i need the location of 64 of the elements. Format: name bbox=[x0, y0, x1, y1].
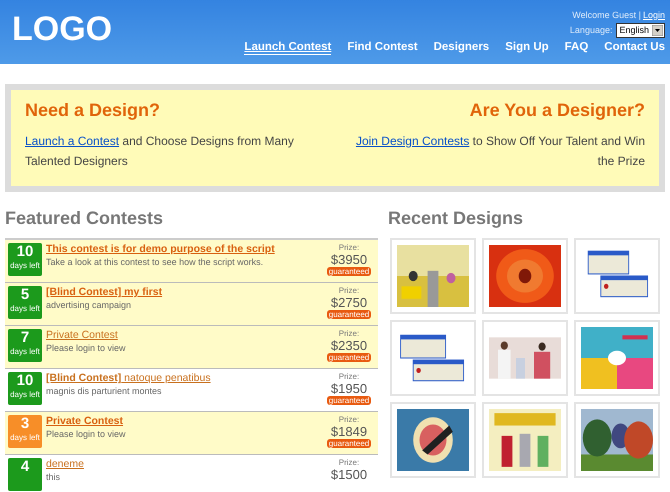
contest-description: this bbox=[46, 472, 62, 482]
contest-title-link[interactable]: Private Contest bbox=[46, 329, 323, 341]
contest-description: advertising campaign bbox=[46, 300, 132, 310]
banner-text: Launch a Contest and Choose Designs from Many Talented Designers bbox=[25, 133, 295, 170]
days-left-badge: 5 days left bbox=[8, 286, 42, 319]
prize-amount: $1849 bbox=[330, 424, 368, 439]
guaranteed-badge: guaranteed bbox=[326, 310, 372, 319]
thumbnail-frame[interactable] bbox=[574, 238, 660, 314]
prize-amount: $2750 bbox=[330, 295, 368, 310]
prize-amount: $1500 bbox=[330, 467, 368, 482]
language-select[interactable]: English bbox=[616, 22, 665, 38]
days-left-badge: 4 bbox=[8, 458, 42, 491]
days-left-badge: 3 days left bbox=[8, 415, 42, 448]
nav-link[interactable]: FAQ bbox=[564, 40, 588, 54]
prize-label: Prize: bbox=[338, 243, 360, 252]
prize-label: Prize: bbox=[338, 415, 360, 424]
banner-title: Need a Design? bbox=[25, 100, 162, 121]
nav-link[interactable]: Sign Up bbox=[505, 40, 549, 54]
contest-description: magnis dis parturient montes bbox=[46, 386, 163, 396]
thumbnail-frame[interactable] bbox=[482, 402, 568, 478]
contest-description: Please login to view bbox=[46, 343, 127, 353]
nav-link[interactable]: Find Contest bbox=[347, 40, 418, 54]
thumbnail-frame[interactable] bbox=[390, 402, 476, 478]
contest-title-link[interactable]: This contest is for demo purpose of the script bbox=[46, 243, 323, 255]
nav-link[interactable]: Designers bbox=[434, 40, 490, 54]
thumbnail-frame[interactable] bbox=[482, 238, 568, 314]
guaranteed-badge: guaranteed bbox=[326, 353, 372, 362]
thumbnail-frame[interactable] bbox=[390, 238, 476, 314]
prize-amount: $3950 bbox=[330, 252, 368, 267]
contest-title-link[interactable]: [Blind Contest] natoque penatibus bbox=[46, 372, 323, 384]
thumbnail-frame[interactable] bbox=[482, 320, 568, 396]
nav-link[interactable]: Contact Us bbox=[604, 40, 665, 54]
prize-amount: $2350 bbox=[330, 338, 368, 353]
days-left-badge: 10 days left bbox=[8, 372, 42, 405]
guaranteed-badge: guaranteed bbox=[326, 396, 372, 405]
nav-link[interactable]: Launch Contest bbox=[244, 40, 332, 54]
thumbnail-frame[interactable] bbox=[574, 320, 660, 396]
dropdown-arrow-icon bbox=[652, 24, 663, 36]
language-label: Language: bbox=[570, 25, 612, 35]
banner-link[interactable]: Join Design Contests bbox=[356, 134, 470, 148]
days-left-badge: 7 days left bbox=[8, 329, 42, 362]
contest-description: Take a look at this contest to see how the script works. bbox=[46, 257, 264, 267]
thumbnail-frame[interactable] bbox=[390, 320, 476, 396]
guaranteed-badge: guaranteed bbox=[326, 439, 372, 448]
banner-link[interactable]: Launch a Contest bbox=[25, 134, 120, 148]
login-link[interactable]: Login bbox=[642, 10, 665, 20]
guaranteed-badge: guaranteed bbox=[326, 267, 372, 276]
welcome-text: Welcome Guest | bbox=[572, 10, 641, 20]
contest-title-link[interactable]: Private Contest bbox=[46, 415, 323, 427]
prize-label: Prize: bbox=[338, 329, 360, 338]
contest-title-link[interactable]: deneme bbox=[46, 458, 323, 470]
section-title: Featured Contests bbox=[5, 208, 164, 229]
prize-amount: $1950 bbox=[330, 381, 368, 396]
prize-label: Prize: bbox=[338, 286, 360, 295]
banner-title: Are You a Designer? bbox=[468, 100, 645, 121]
days-left-badge: 10 days left bbox=[8, 243, 42, 276]
prize-label: Prize: bbox=[338, 372, 360, 381]
contest-description: Please login to view bbox=[46, 429, 127, 439]
contest-title-link[interactable]: [Blind Contest] my first bbox=[46, 286, 323, 298]
prize-label: Prize: bbox=[338, 458, 360, 467]
section-title: Recent Designs bbox=[388, 208, 524, 229]
logo: LOGO bbox=[12, 10, 112, 48]
thumbnail-frame[interactable] bbox=[574, 402, 660, 478]
banner-text: Join Design Contests to Show Off Your Talent and Win the Prize bbox=[354, 133, 645, 170]
